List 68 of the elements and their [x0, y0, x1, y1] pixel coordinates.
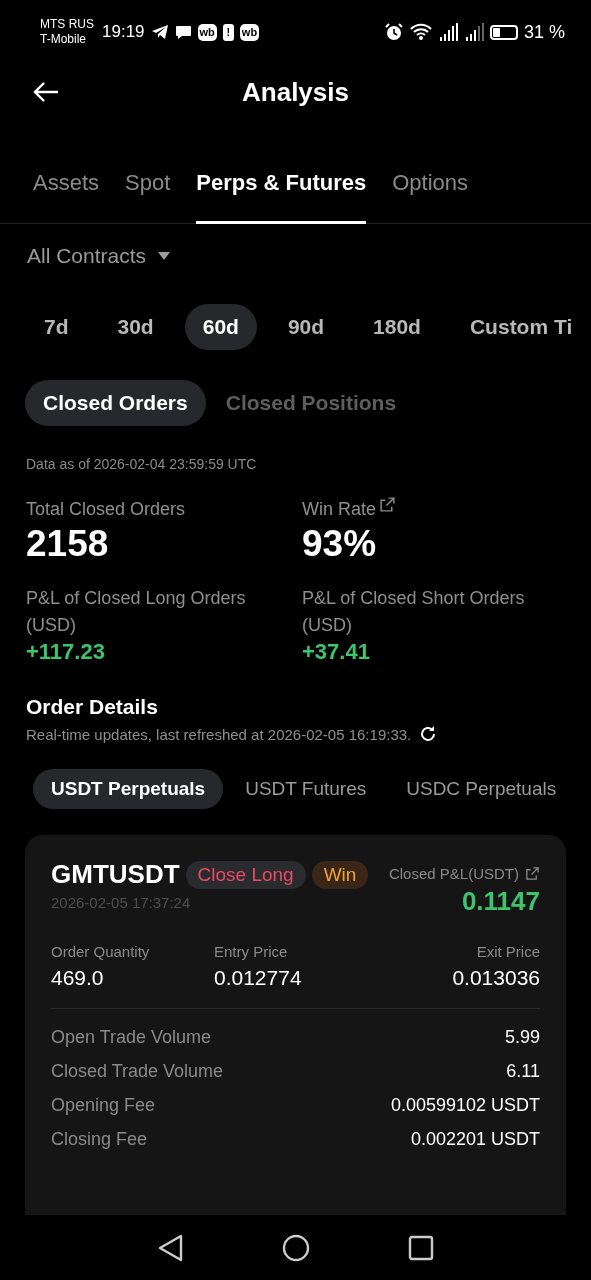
stat-label: Win Rate	[302, 498, 377, 521]
external-link-icon[interactable]	[525, 866, 540, 881]
product-tab[interactable]: USDC Perpetuals	[388, 769, 575, 809]
home-circle-icon[interactable]	[281, 1233, 310, 1262]
field-label: Exit Price	[476, 943, 540, 960]
product-tab[interactable]: USDT Futures	[227, 769, 385, 809]
external-link-icon[interactable]	[379, 496, 397, 513]
contract-filter[interactable]: All Contracts	[27, 244, 147, 268]
tab[interactable]: Options	[392, 160, 469, 224]
period-pill[interactable]: 180d	[355, 304, 439, 350]
product-tab[interactable]: USDT Perpetuals	[33, 769, 224, 809]
field-value: 469.0	[51, 966, 104, 990]
chat-bubble-icon	[174, 24, 192, 40]
field-value: 0.013036	[452, 966, 540, 990]
data-timestamp: Data as of 2026-02-04 23:59:59 UTC	[25, 456, 258, 472]
app-badge: wb	[197, 23, 217, 41]
pnl-label: Closed P&L(USDT)	[388, 865, 519, 882]
back-arrow-icon[interactable]	[32, 80, 60, 104]
back-triangle-icon[interactable]	[157, 1233, 184, 1262]
result-tag: Win	[311, 860, 369, 889]
detail-value: 0.00599102 USDT	[390, 1095, 540, 1116]
order-time: 2026-02-05 17:37:24	[51, 894, 192, 911]
stat-label: P&L of Closed Long Orders (USD)	[26, 587, 247, 637]
stat-value: 2158	[26, 523, 110, 565]
detail-label: Closed Trade Volume	[51, 1061, 224, 1082]
alarm-clock-icon	[383, 22, 404, 42]
detail-label: Closing Fee	[51, 1129, 148, 1150]
stat-label: Total Closed Orders	[26, 498, 186, 521]
clock: 19:19	[102, 22, 145, 42]
field-label: Entry Price	[214, 943, 288, 960]
alert-badge: !	[222, 23, 234, 41]
recents-square-icon[interactable]	[407, 1234, 434, 1261]
detail-value: 6.11	[506, 1061, 540, 1082]
paper-plane-icon	[150, 24, 169, 40]
view-tab[interactable]: Closed Orders	[25, 380, 206, 426]
tab[interactable]: Assets	[33, 160, 100, 224]
period-pill[interactable]: 30d	[99, 304, 172, 350]
period-pill[interactable]: 60d	[184, 304, 257, 350]
signal-icon	[437, 23, 458, 41]
detail-label: Opening Fee	[51, 1095, 156, 1116]
stat-value: +117.23	[26, 639, 106, 665]
period-pill[interactable]: Custom Ti	[451, 304, 591, 350]
field-value: 0.012774	[214, 966, 302, 990]
field-label: Order Quantity	[51, 943, 150, 960]
tab[interactable]: Spot	[125, 160, 171, 224]
side-tag: Close Long	[185, 860, 306, 889]
refresh-icon[interactable]	[419, 725, 438, 743]
caret-icon[interactable]	[158, 252, 171, 260]
detail-label: Open Trade Volume	[51, 1027, 212, 1048]
pnl-value: 0.1147	[461, 886, 540, 917]
section-title: Order Details	[25, 695, 159, 719]
carrier-name: T-Mobile	[40, 32, 87, 47]
period-pill[interactable]: 7d	[26, 304, 87, 350]
period-pill[interactable]: 90d	[269, 304, 343, 350]
wifi-icon	[409, 23, 432, 41]
app-badge: wb	[239, 23, 260, 41]
stat-value: 93%	[302, 523, 378, 565]
stat-label: P&L of Closed Short Orders (USD)	[302, 587, 526, 637]
detail-value: 5.99	[504, 1027, 540, 1048]
refresh-note: Real-time updates, last refreshed at 2026-02-05 16:19:33.	[26, 725, 412, 743]
carrier-name: MTS RUS	[40, 17, 94, 32]
tab[interactable]: Perps & Futures	[196, 160, 367, 224]
page-title: Analysis	[242, 76, 349, 108]
symbol: GMTUSDT	[51, 859, 180, 890]
signal-icon	[463, 23, 484, 41]
stat-value: +37.41	[302, 639, 371, 665]
detail-value: 0.002201 USDT	[410, 1129, 540, 1150]
battery-percent: 31 %	[523, 21, 565, 43]
